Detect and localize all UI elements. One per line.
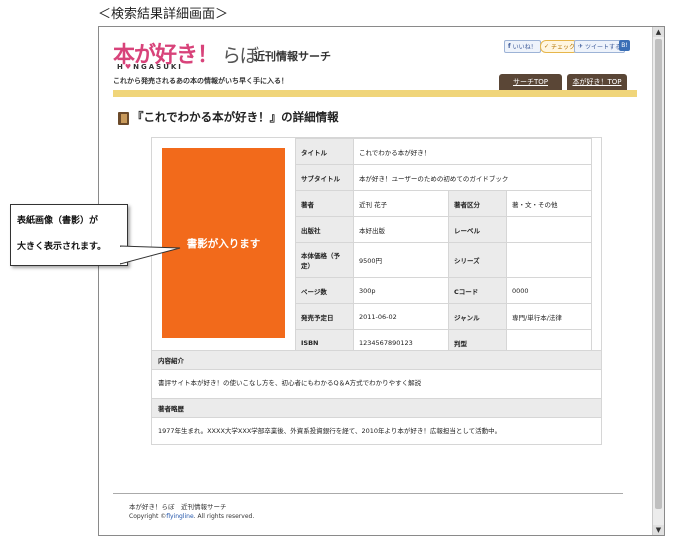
- vertical-scrollbar[interactable]: ▲ ▼: [652, 27, 664, 535]
- footer-site-name: 本が好き！らぼ 近刊情報サーチ: [129, 503, 227, 511]
- callout-line-2: 大きく表示されます。: [17, 242, 107, 252]
- price-label: 本体価格（予定）: [295, 242, 354, 278]
- facebook-icon: f: [508, 43, 511, 50]
- level-label: レーベル: [448, 216, 507, 243]
- table-row: 著者 近刊 花子 著者区分 著・文・その他: [295, 190, 592, 217]
- pages-label: ページ数: [295, 277, 354, 304]
- author-label: 著者: [295, 190, 354, 217]
- genre-label: ジャンル: [448, 303, 507, 330]
- site-logo-roman: H♥NGASUKI: [117, 63, 183, 71]
- pages-value: 300p: [353, 277, 449, 304]
- honzuki-top-link[interactable]: 本が好き！TOP: [567, 74, 627, 90]
- release-value: 2011-06-02: [353, 303, 449, 330]
- table-row: ページ数 300p Cコード 0000: [295, 277, 592, 304]
- author-type-value: 著・文・その他: [506, 190, 592, 217]
- scroll-down-arrow-icon[interactable]: ▼: [653, 525, 664, 535]
- ccode-label: Cコード: [448, 277, 507, 304]
- publisher-label: 出版社: [295, 216, 354, 243]
- genre-value: 専門/単行本/法律: [506, 303, 592, 330]
- heart-icon: ♥: [124, 63, 134, 71]
- twitter-bird-icon: ✈: [578, 43, 584, 50]
- level-value: [506, 216, 592, 243]
- footer-divider: [113, 493, 623, 494]
- flyingline-link[interactable]: flyingline: [166, 513, 193, 520]
- title-value: これでわかる本が好き！: [353, 138, 592, 165]
- screen-caption: ＜検索結果詳細画面＞: [98, 7, 229, 22]
- series-value: [506, 242, 592, 278]
- nav-bar: [113, 90, 637, 97]
- book-icon: [118, 112, 129, 125]
- table-row: 発売予定日 2011-06-02 ジャンル 専門/単行本/法律: [295, 303, 592, 330]
- hatena-bookmark-button[interactable]: B!: [619, 40, 630, 51]
- cover-placeholder-text: 書影が入ります: [186, 237, 261, 250]
- author-value: 近刊 花子: [353, 190, 449, 217]
- detail-card: 書影が入ります タイトル これでわかる本が好き！ サブタイトル 本が好き！ユーザ…: [151, 137, 602, 445]
- site-tagline: これから発売されるあの本の情報がいち早く手に入る！: [113, 77, 288, 85]
- site-subtitle: 近刊情報サーチ: [254, 50, 331, 63]
- subtitle-label: サブタイトル: [295, 164, 354, 191]
- table-row: 出版社 本好出版 レーベル: [295, 216, 592, 243]
- search-top-link[interactable]: サーチTOP: [499, 74, 562, 90]
- author-type-label: 著者区分: [448, 190, 507, 217]
- page-content: 本が好き！ らぼ H♥NGASUKI 近刊情報サーチ これから発売されるあの本の情…: [99, 27, 652, 535]
- check-icon: ✓: [544, 43, 550, 50]
- tweet-button[interactable]: ✈ ツイートする: [574, 40, 626, 53]
- scroll-up-arrow-icon[interactable]: ▲: [653, 27, 664, 37]
- series-label: シリーズ: [448, 242, 507, 278]
- profile-body: 1977年生まれ。XXXX大学XXX学部卒業後、外資系投資銀行を経て、2010年…: [158, 427, 502, 435]
- publisher-value: 本好出版: [353, 216, 449, 243]
- price-value: 9500円: [353, 242, 449, 278]
- intro-heading: 内容紹介: [152, 350, 601, 370]
- page-title: 『これでわかる本が好き！』の詳細情報: [132, 110, 339, 124]
- footer-copyright: Copyright ©flyingline. All rights reserv…: [129, 513, 255, 520]
- table-row: サブタイトル 本が好き！ユーザーのための初めてのガイドブック: [295, 164, 592, 191]
- title-label: タイトル: [295, 138, 354, 165]
- ccode-value: 0000: [506, 277, 592, 304]
- annotation-callout: 表紙画像（書影）が 大きく表示されます。: [10, 204, 128, 266]
- subtitle-value: 本が好き！ユーザーのための初めてのガイドブック: [353, 164, 592, 191]
- table-row: 本体価格（予定） 9500円 シリーズ: [295, 242, 592, 278]
- callout-line-1: 表紙画像（書影）が: [17, 216, 99, 226]
- browser-window: 本が好き！ らぼ H♥NGASUKI 近刊情報サーチ これから発売されるあの本の情…: [98, 26, 665, 536]
- details-table: タイトル これでわかる本が好き！ サブタイトル 本が好き！ユーザーのための初めて…: [295, 138, 592, 356]
- facebook-like-button[interactable]: f いいね！: [504, 40, 541, 53]
- callout-pointer: [120, 245, 181, 265]
- release-label: 発売予定日: [295, 303, 354, 330]
- table-row: タイトル これでわかる本が好き！: [295, 138, 592, 165]
- intro-body: 書評サイト本が好き！の使いこなし方を、初心者にもわかるQ＆A方式でわかりやすく解…: [158, 379, 422, 387]
- scroll-thumb[interactable]: [655, 39, 662, 509]
- profile-heading: 著者略歴: [152, 398, 601, 418]
